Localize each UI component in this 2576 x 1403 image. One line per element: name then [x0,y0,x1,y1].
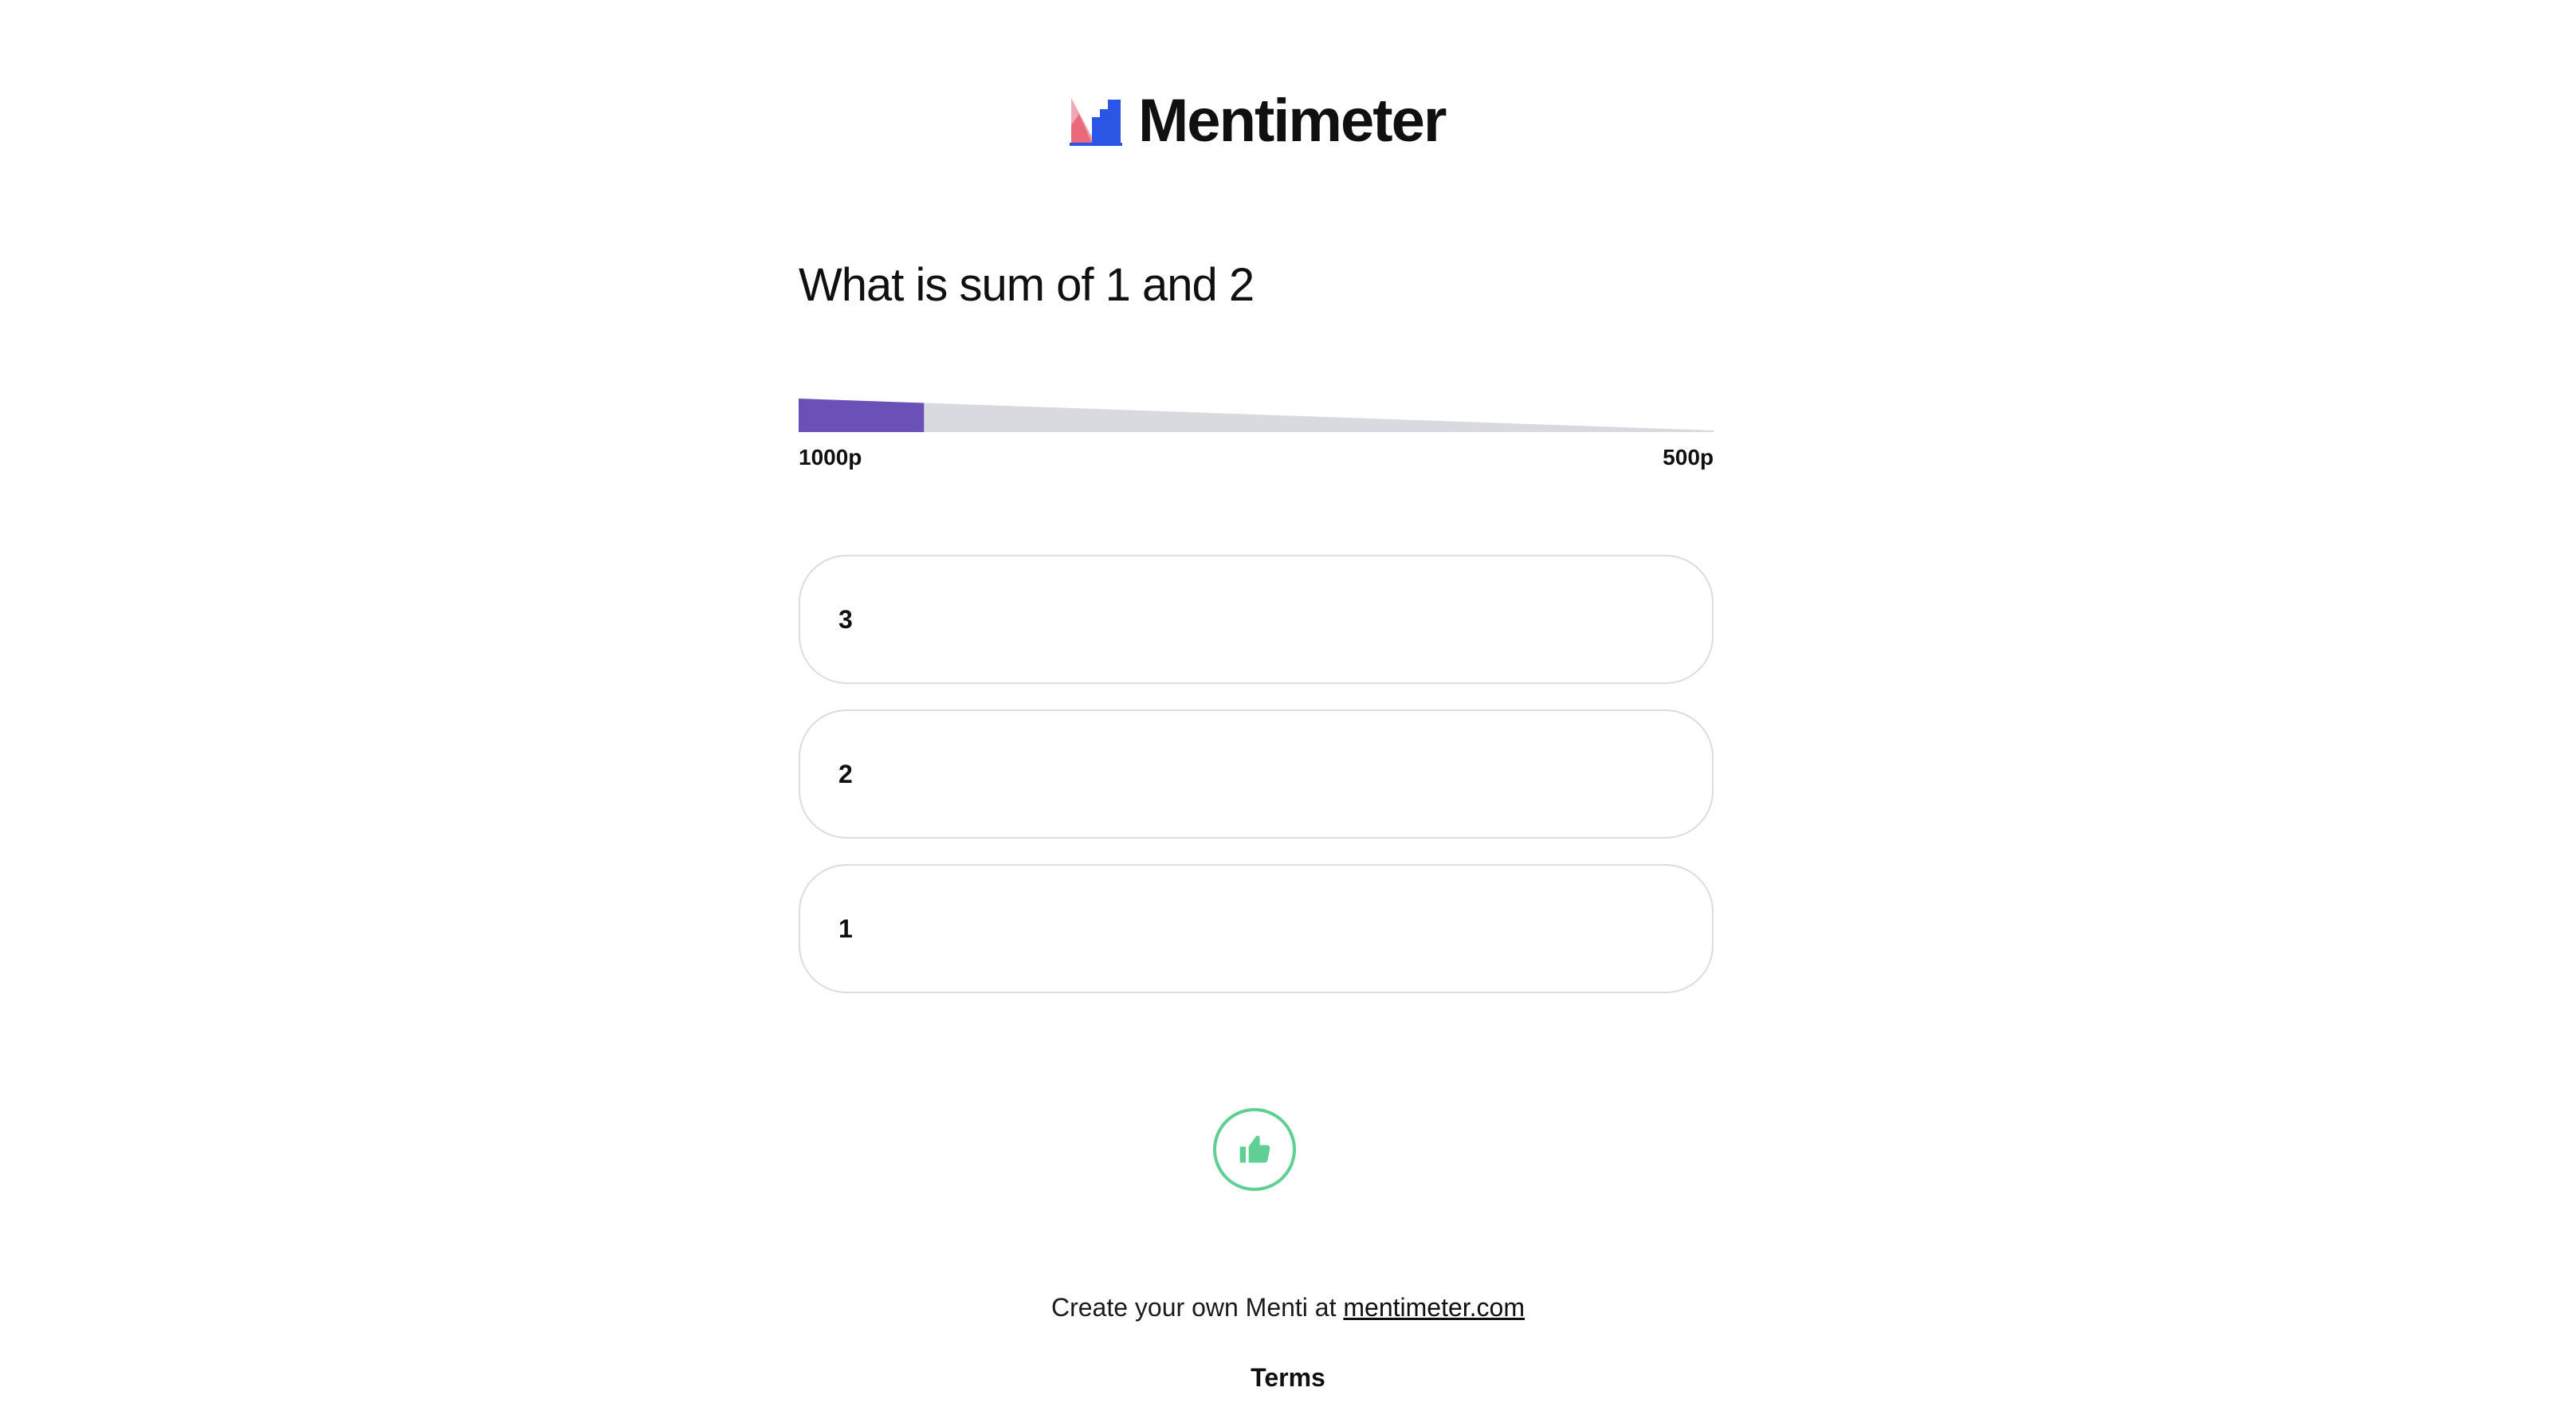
question-title: What is sum of 1 and 2 [799,259,1255,311]
terms-link[interactable]: Terms [0,1363,2576,1393]
footer-create-line: Create your own Menti at mentimeter.com [0,1293,2576,1322]
reaction-button[interactable] [1213,1108,1296,1191]
mentimeter-link[interactable]: mentimeter.com [1343,1293,1525,1322]
answer-option-label: 3 [838,604,853,634]
answer-option[interactable]: 3 [799,555,1714,684]
points-end-label: 500p [1663,445,1714,470]
mentimeter-logo-icon [1070,98,1122,146]
footer-prefix: Create your own Menti at [1050,1293,1344,1322]
voting-page: Mentimeter What is sum of 1 and 2 1000p … [0,0,2576,1403]
answer-option-label: 2 [838,759,853,788]
points-start-label: 1000p [799,445,862,470]
answer-options: 3 2 1 [799,555,1714,1019]
points-track [799,399,1714,432]
points-countdown: 1000p 500p [799,399,1714,477]
points-bar [799,399,1714,432]
answer-option[interactable]: 2 [799,709,1714,839]
answer-option[interactable]: 1 [799,864,1714,993]
points-fill [799,399,925,432]
brand-name: Mentimeter [1138,87,1447,155]
answer-option-label: 1 [838,914,853,943]
mentimeter-logo: Mentimeter [1068,87,1447,155]
thumbs-up-icon [1239,1135,1270,1163]
